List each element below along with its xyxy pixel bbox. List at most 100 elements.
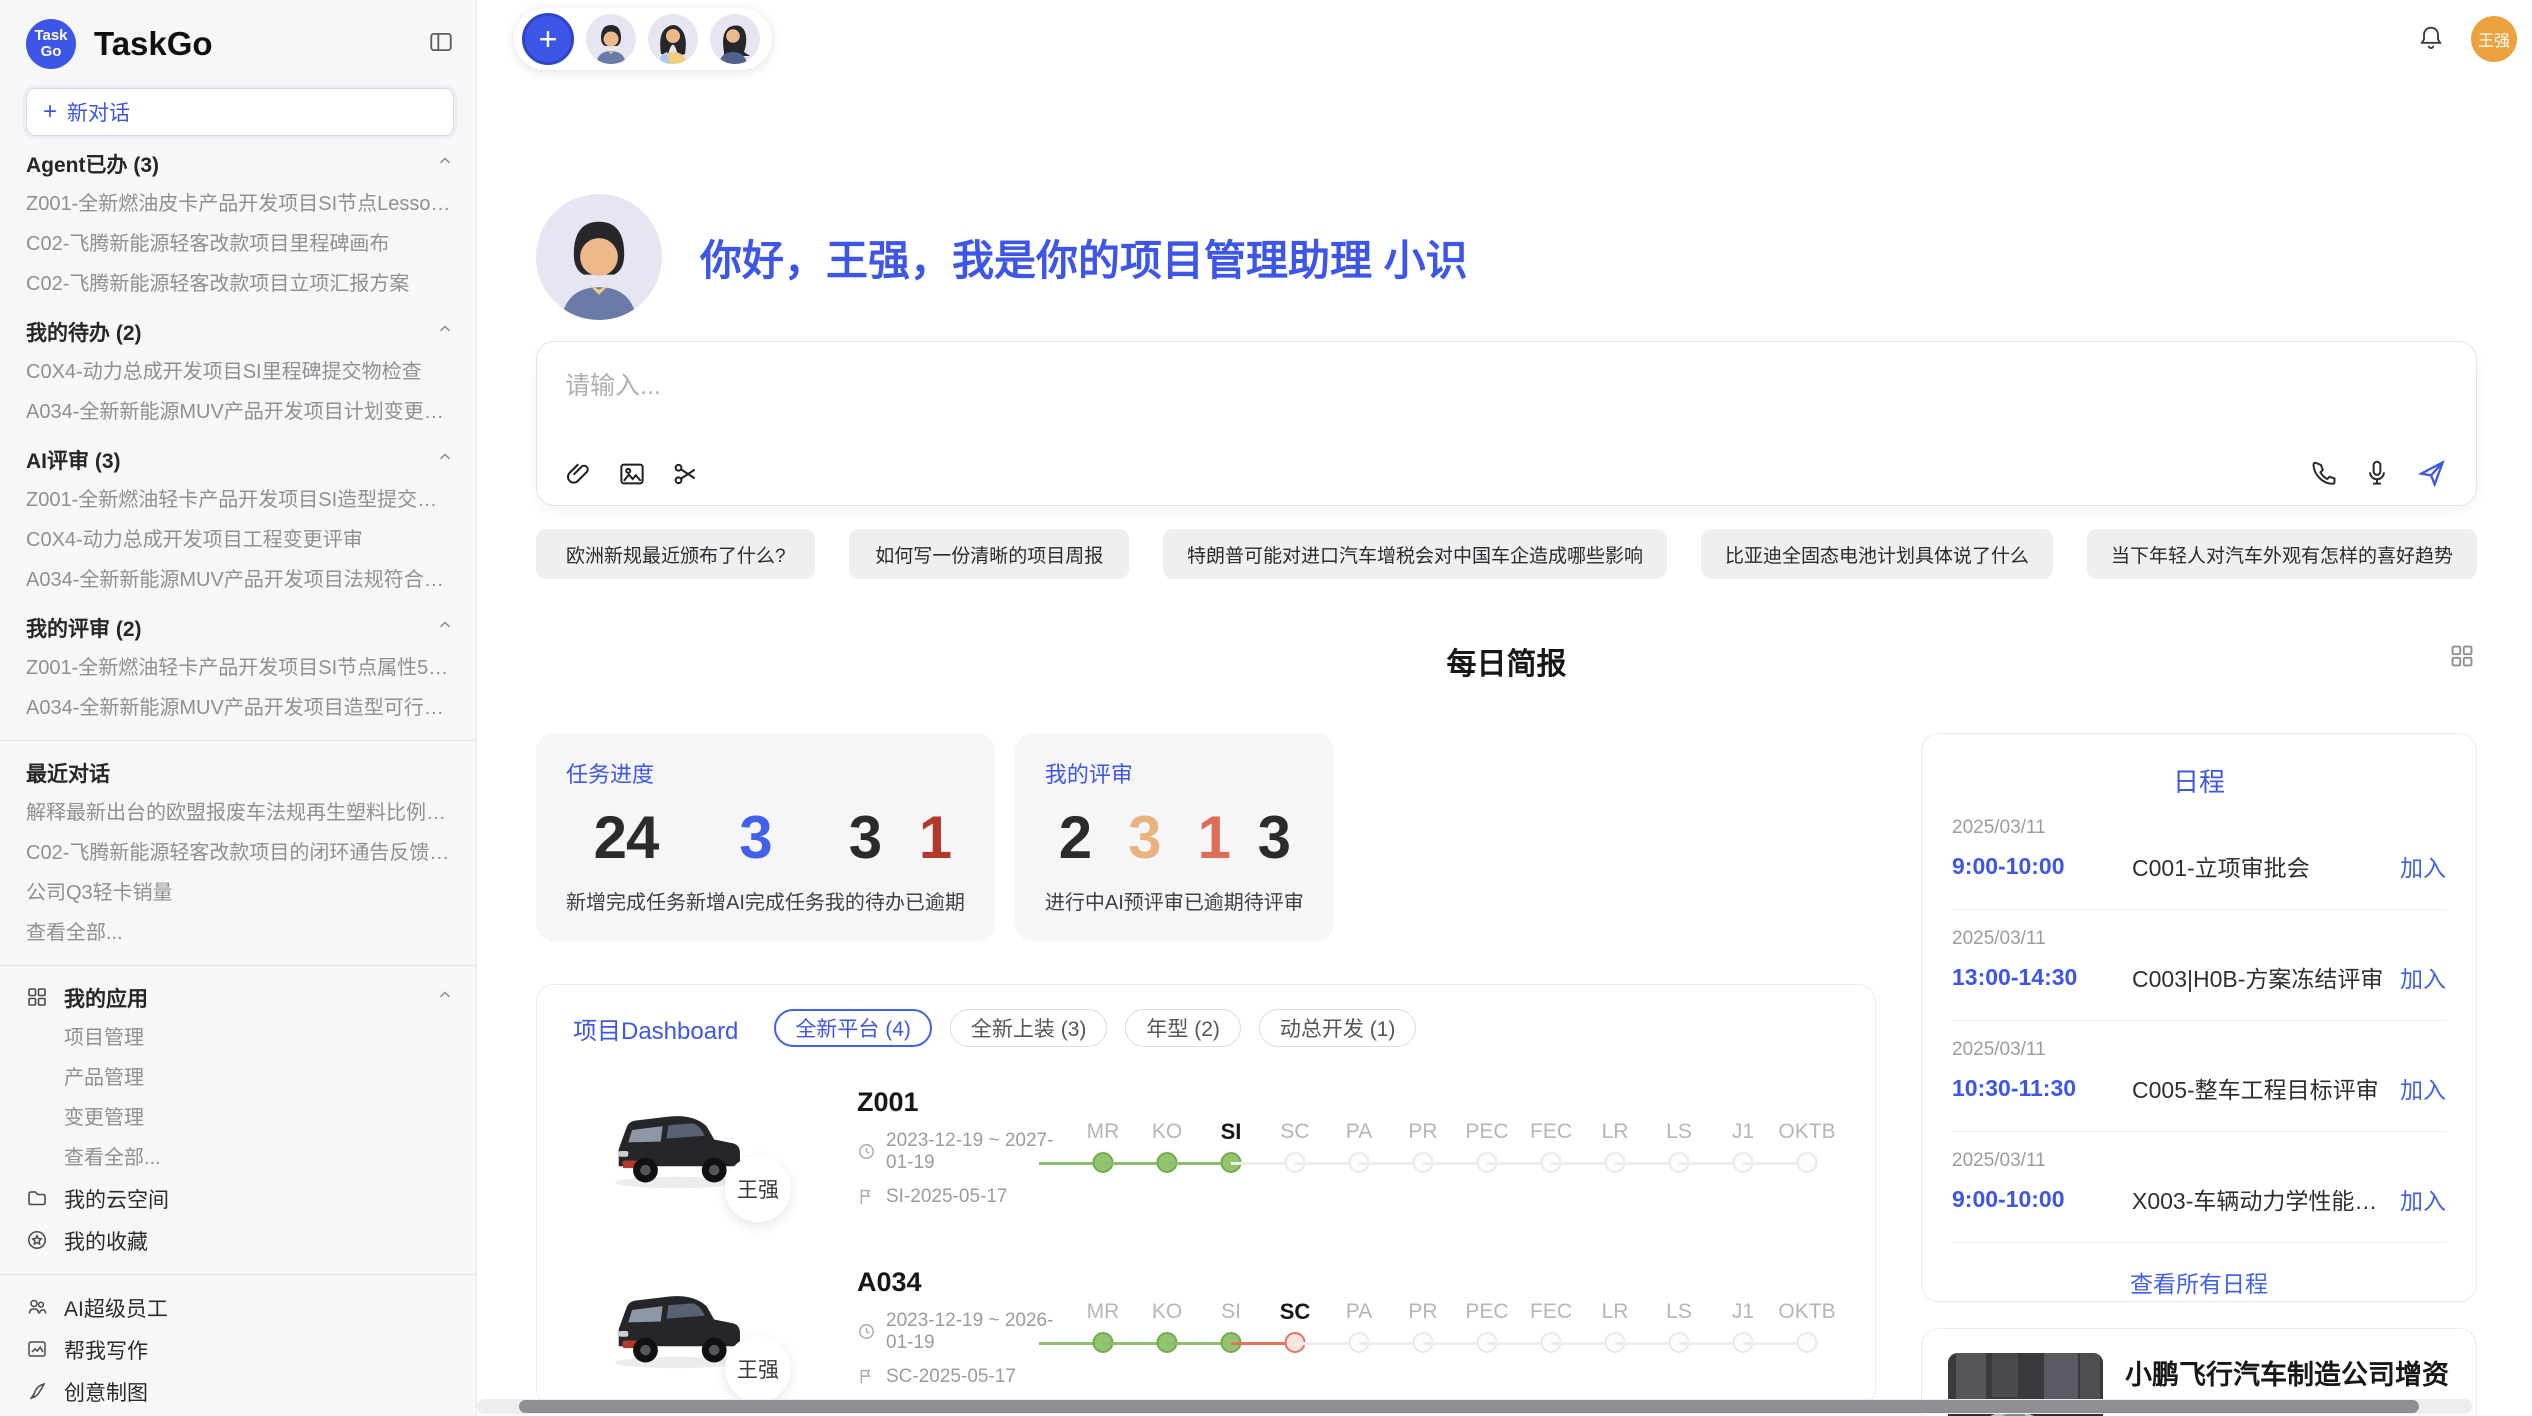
- horizontal-scrollbar-thumb[interactable]: [519, 1400, 2419, 1413]
- milestone: PA: [1327, 1295, 1391, 1359]
- sidebar-collapse-icon[interactable]: [428, 29, 454, 60]
- suggestion-chip[interactable]: 欧洲新规最近颁布了什么?: [536, 529, 815, 579]
- recent-chat-item[interactable]: 公司Q3轻卡销量: [26, 873, 454, 913]
- schedule-date: 2025/03/11: [1952, 928, 2446, 950]
- agent-avatar-1[interactable]: [586, 14, 636, 64]
- add-agent-button[interactable]: +: [522, 13, 574, 65]
- app-item[interactable]: 变更管理: [26, 1098, 454, 1138]
- task-list-item[interactable]: Z001-全新燃油皮卡产品开发项目SI节点Lesson Learn报告: [26, 184, 454, 224]
- horizontal-scrollbar-track[interactable]: [477, 1399, 2472, 1414]
- dashboard-tab[interactable]: 全新平台 (4): [774, 1009, 932, 1047]
- sidebar-item-help-write[interactable]: 帮我写作: [26, 1329, 454, 1371]
- task-list-item[interactable]: A034-全新新能源MUV产品开发项目计划变更表编写: [26, 392, 454, 432]
- task-list-item[interactable]: Z001-全新燃油轻卡产品开发项目SI造型提交物评审: [26, 480, 454, 520]
- recent-chats-header: 最近对话: [26, 753, 454, 793]
- stat-value: 1: [1184, 803, 1244, 872]
- join-link[interactable]: 加入: [2400, 1071, 2446, 1105]
- my-apps-header[interactable]: 我的应用: [26, 978, 454, 1018]
- section-items: Z001-全新燃油轻卡产品开发项目SI造型提交物评审C0X4-动力总成开发项目工…: [26, 480, 454, 600]
- section-header[interactable]: AI评审 (3): [26, 440, 454, 480]
- recent-chat-item[interactable]: C02-飞腾新能源轻客改款项目的闭环通告反馈情况: [26, 833, 454, 873]
- dashboard-tab[interactable]: 动总开发 (1): [1259, 1009, 1417, 1047]
- project-flag-text: SC-2025-05-17: [886, 1366, 1016, 1388]
- sidebar-item-favorites[interactable]: 我的收藏: [26, 1220, 454, 1262]
- suggestion-chip[interactable]: 当下年轻人对汽车外观有怎样的喜好趋势: [2087, 529, 2477, 579]
- sidebar-sections: Agent已办 (3) Z001-全新燃油皮卡产品开发项目SI节点Lesson …: [26, 144, 454, 728]
- app-item[interactable]: 项目管理: [26, 1018, 454, 1058]
- stat-label: 我的待办: [825, 886, 905, 915]
- join-link[interactable]: 加入: [2400, 849, 2446, 883]
- section-items: Z001-全新燃油皮卡产品开发项目SI节点Lesson Learn报告C02-飞…: [26, 184, 454, 304]
- agent-avatar-2[interactable]: [648, 14, 698, 64]
- app-item[interactable]: 查看全部...: [26, 1138, 454, 1178]
- phone-icon[interactable]: [2308, 458, 2338, 488]
- milestone: LR: [1583, 1295, 1647, 1359]
- dashboard-tab[interactable]: 全新上装 (3): [950, 1009, 1108, 1047]
- sidebar-section: AI评审 (3) Z001-全新燃油轻卡产品开发项目SI造型提交物评审C0X4-…: [26, 440, 454, 600]
- paperclip-icon[interactable]: [563, 459, 593, 489]
- section-title: AI评审 (3): [26, 445, 436, 475]
- task-list-item[interactable]: Z001-全新燃油轻卡产品开发项目SI节点属性5D文件评审: [26, 648, 454, 688]
- project-row[interactable]: 王强 Z001 2023-12-19 ~ 2027-01-19: [599, 1067, 1839, 1227]
- recent-chat-item[interactable]: 查看全部...: [26, 913, 454, 953]
- my-apps-title: 我的应用: [64, 983, 436, 1013]
- chevron-up-icon[interactable]: [436, 616, 454, 640]
- project-code: A034: [857, 1267, 1071, 1298]
- join-link[interactable]: 加入: [2400, 960, 2446, 994]
- send-icon[interactable]: [2416, 457, 2448, 489]
- new-chat-button[interactable]: + 新对话: [26, 88, 454, 136]
- agent-avatar-3[interactable]: [710, 14, 760, 64]
- stat-label: 已逾期: [1184, 886, 1244, 915]
- milestone-label: SI: [1199, 1115, 1263, 1149]
- app-item[interactable]: 产品管理: [26, 1058, 454, 1098]
- milestone-timeline: MR KO: [1071, 1115, 1839, 1179]
- milestone: PR: [1391, 1115, 1455, 1179]
- task-list-item[interactable]: C02-飞腾新能源轻客改款项目里程碑画布: [26, 224, 454, 264]
- scissors-icon[interactable]: [671, 459, 701, 489]
- stat: 1 已逾期: [1184, 803, 1244, 915]
- sidebar-item-creative-draw[interactable]: 创意制图: [26, 1371, 454, 1413]
- milestone-label: J1: [1711, 1295, 1775, 1329]
- layout-grid-icon[interactable]: [2449, 643, 2475, 674]
- dashboard-tab[interactable]: 年型 (2): [1125, 1009, 1241, 1047]
- main-area: + 王强 你好，王强，我是你的项目管理助理 小识: [477, 0, 2532, 1416]
- chevron-up-icon[interactable]: [436, 320, 454, 344]
- image-icon[interactable]: [617, 459, 647, 489]
- section-items: C0X4-动力总成开发项目SI里程碑提交物检查A034-全新新能源MUV产品开发…: [26, 352, 454, 432]
- section-header[interactable]: Agent已办 (3): [26, 144, 454, 184]
- stat-card: 任务进度 24 新增完成任务 3: [536, 733, 995, 941]
- milestone: MR: [1071, 1115, 1135, 1179]
- task-list-item[interactable]: C02-飞腾新能源轻客改款项目立项汇报方案: [26, 264, 454, 304]
- project-owner-badge: 王强: [725, 1336, 791, 1402]
- join-link[interactable]: 加入: [2400, 1182, 2446, 1216]
- microphone-icon[interactable]: [2362, 458, 2392, 488]
- task-list-item[interactable]: A034-全新新能源MUV产品开发项目法规符合性评审: [26, 560, 454, 600]
- bell-icon[interactable]: [2417, 23, 2445, 56]
- suggestion-chip[interactable]: 比亚迪全固态电池计划具体说了什么: [1701, 529, 2053, 579]
- schedule-time: 10:30-11:30: [1952, 1075, 2132, 1102]
- section-header[interactable]: 我的评审 (2): [26, 608, 454, 648]
- chevron-up-icon[interactable]: [436, 986, 454, 1010]
- milestone: KO: [1135, 1295, 1199, 1359]
- sidebar-item-cloud-space[interactable]: 我的云空间: [26, 1178, 454, 1220]
- creative-draw-label: 创意制图: [64, 1377, 148, 1407]
- milestone: FEC: [1519, 1115, 1583, 1179]
- suggestion-chip[interactable]: 如何写一份清晰的项目周报: [849, 529, 1128, 579]
- section-header[interactable]: 我的待办 (2): [26, 312, 454, 352]
- view-all-schedule-link[interactable]: 查看所有日程: [1952, 1243, 2446, 1302]
- chevron-up-icon[interactable]: [436, 152, 454, 176]
- recent-chat-item[interactable]: 解释最新出台的欧盟报废车法规再生塑料比例被调至15%...: [26, 793, 454, 833]
- suggestion-chip[interactable]: 特朗普可能对进口汽车增税会对中国车企造成哪些影响: [1163, 529, 1667, 579]
- project-row[interactable]: 王强 A034 2023-12-19 ~ 2026-01-19: [599, 1247, 1839, 1406]
- greeting-block: 你好，王强，我是你的项目管理助理 小识: [536, 194, 2477, 320]
- user-avatar[interactable]: 王强: [2471, 16, 2517, 62]
- chevron-up-icon[interactable]: [436, 448, 454, 472]
- agent-avatar-pill: +: [514, 8, 772, 70]
- task-list-item[interactable]: A034-全新新能源MUV产品开发项目造型可行性评审: [26, 688, 454, 728]
- sidebar-item-ai-employee[interactable]: AI超级员工: [26, 1287, 454, 1329]
- task-list-item[interactable]: C0X4-动力总成开发项目SI里程碑提交物检查: [26, 352, 454, 392]
- folder-icon: [26, 1187, 50, 1211]
- stat-value: 3: [1105, 803, 1184, 872]
- chat-input[interactable]: [537, 342, 2476, 453]
- task-list-item[interactable]: C0X4-动力总成开发项目工程变更评审: [26, 520, 454, 560]
